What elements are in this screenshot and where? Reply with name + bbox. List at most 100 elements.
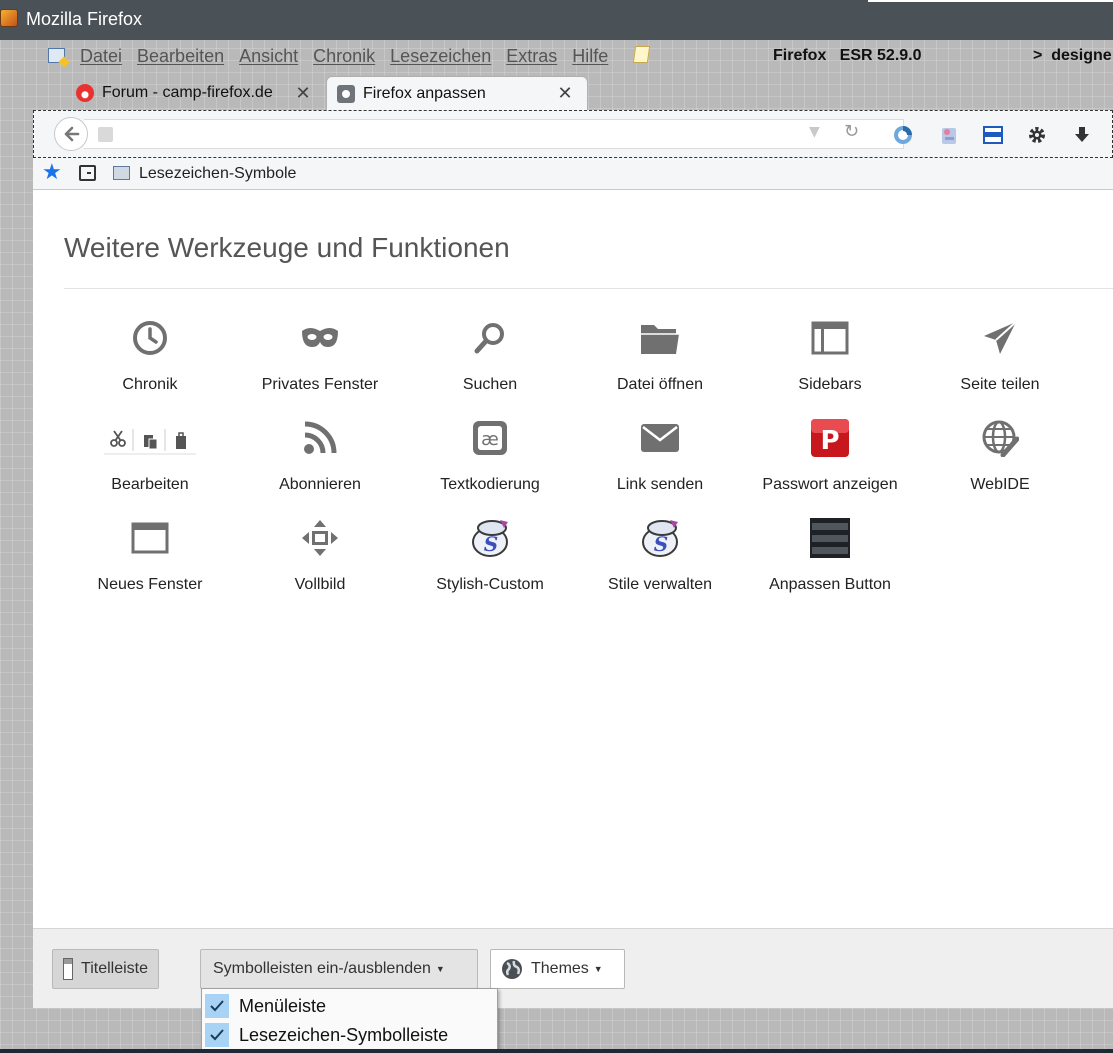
tool-show-password[interactable]: P Passwort anzeigen <box>745 410 915 500</box>
tab-label: Firefox anpassen <box>363 84 486 102</box>
tool-label: Anpassen Button <box>769 576 891 593</box>
tool-label: Vollbild <box>294 576 346 593</box>
url-dropdown-icon[interactable]: ▼ <box>809 124 820 140</box>
themes-label: Themes <box>531 960 589 977</box>
addon-icon[interactable] <box>937 123 961 147</box>
tool-manage-styles[interactable]: S Stile verwalten <box>575 510 745 600</box>
gear-icon <box>337 84 355 103</box>
tool-text-encoding[interactable]: æ Textkodierung <box>405 410 575 500</box>
svg-text:S: S <box>654 532 668 556</box>
menu-item-menubar[interactable]: Menüleiste <box>202 992 497 1020</box>
tool-label: Sidebars <box>798 376 862 393</box>
fire-icon <box>76 84 94 102</box>
menu-lesezeichen[interactable]: Lesezeichen <box>390 46 491 67</box>
version-label: Firefox ESR 52.9.0 <box>773 47 922 64</box>
stylish-icon: S <box>640 518 680 558</box>
menu-datei[interactable]: Datei <box>80 46 122 67</box>
titlebar-toggle-button[interactable]: Titelleiste <box>52 949 159 989</box>
navigation-toolbar: ▼ ↻ <box>33 110 1113 158</box>
tool-sidebars[interactable]: Sidebars <box>745 310 915 400</box>
tool-label: Stylish-Custom <box>436 576 544 593</box>
bookmark-folder-label[interactable]: Lesezeichen-Symbole <box>139 165 296 183</box>
envelope-icon <box>640 418 680 458</box>
rss-icon <box>300 418 340 458</box>
back-arrow-icon <box>64 126 80 142</box>
tool-customize-button[interactable]: Anpassen Button <box>745 510 915 600</box>
window-title-bar: Mozilla Firefox <box>0 0 1113 40</box>
tool-label: Chronik <box>122 376 178 393</box>
site-identity-icon[interactable] <box>98 127 113 142</box>
toolbars-menu: Menüleiste Lesezeichen-Symbolleiste <box>201 988 498 1050</box>
bookmark-folder-icon <box>113 166 130 180</box>
firefox-sync-icon[interactable] <box>891 123 915 147</box>
customize-footer: Titelleiste Symbolleisten ein-/ausblende… <box>33 928 1113 1008</box>
svg-text:S: S <box>484 532 498 556</box>
download-arrow-icon[interactable] <box>1070 123 1094 147</box>
menu-item-label: Menüleiste <box>239 995 327 1016</box>
bookmark-star-icon[interactable]: ★ <box>42 162 62 184</box>
tool-label: Privates Fenster <box>261 376 379 393</box>
menu-item-label: Lesezeichen-Symbolleiste <box>239 1024 449 1045</box>
reload-icon[interactable]: ↻ <box>844 121 859 142</box>
tool-send-link[interactable]: Link senden <box>575 410 745 500</box>
password-p-icon: P <box>810 418 850 458</box>
close-tab-icon[interactable]: ✕ <box>555 83 575 104</box>
tool-private-window[interactable]: Privates Fenster <box>235 310 405 400</box>
tool-search[interactable]: Suchen <box>405 310 575 400</box>
toolbars-toggle-button[interactable]: Symbolleisten ein-/ausblenden ▼ <box>200 949 478 989</box>
tool-stylish-custom[interactable]: S Stylish-Custom <box>405 510 575 600</box>
toolbars-label: Symbolleisten ein-/ausblenden <box>213 960 431 977</box>
tool-fullscreen[interactable]: Vollbild <box>235 510 405 600</box>
globe-wrench-icon <box>980 418 1020 458</box>
dropdown-caret-icon: ▼ <box>593 964 603 974</box>
tool-webide[interactable]: WebIDE <box>915 410 1085 500</box>
edit-tools-icon <box>99 418 201 458</box>
magnifier-icon <box>470 318 510 358</box>
settings-gear-icon[interactable] <box>1025 123 1049 147</box>
url-bar[interactable]: ▼ ↻ <box>84 119 904 149</box>
tool-share-page[interactable]: Seite teilen <box>915 310 1085 400</box>
back-button[interactable] <box>54 117 88 151</box>
tool-open-file[interactable]: Datei öffnen <box>575 310 745 400</box>
close-tab-icon[interactable]: ✕ <box>293 83 313 104</box>
svg-text:æ: æ <box>481 429 499 450</box>
notepad-icon[interactable] <box>632 46 651 63</box>
tool-label: Abonnieren <box>279 476 361 493</box>
tool-subscribe[interactable]: Abonnieren <box>235 410 405 500</box>
customize-palette: Weitere Werkzeuge und Funktionen Chronik… <box>33 190 1113 928</box>
tool-new-window[interactable]: Neues Fenster <box>65 510 235 600</box>
tool-label: WebIDE <box>970 476 1030 493</box>
tool-chronik[interactable]: Chronik <box>65 310 235 400</box>
checkmark-icon <box>205 994 229 1018</box>
tool-label: Seite teilen <box>960 376 1040 393</box>
sidebar-toggle-icon[interactable] <box>981 123 1005 147</box>
section-divider <box>64 288 1113 289</box>
tab-label: Forum - camp-firefox.de <box>102 84 273 101</box>
menu-extras[interactable]: Extras <box>506 46 557 67</box>
firefox-app-icon <box>0 9 18 27</box>
dropdown-caret-icon: ▼ <box>435 964 445 974</box>
menu-chronik[interactable]: Chronik <box>313 46 375 67</box>
section-title: Weitere Werkzeuge und Funktionen <box>64 232 510 263</box>
tool-label: Datei öffnen <box>617 376 703 393</box>
tool-label: Link senden <box>616 476 704 493</box>
new-window-icon <box>130 518 170 558</box>
menu-bar-app-icon[interactable] <box>48 48 65 63</box>
folder-icon <box>640 318 680 358</box>
menu-hilfe[interactable]: Hilfe <box>572 46 608 67</box>
tool-edit[interactable]: Bearbeiten <box>65 410 235 500</box>
tab-firefox-anpassen[interactable]: Firefox anpassen ✕ <box>326 76 588 110</box>
fullscreen-arrows-icon <box>300 518 340 558</box>
titlebar-label: Titelleiste <box>81 960 148 977</box>
checkmark-icon <box>205 1023 229 1047</box>
tab-forum[interactable]: Forum - camp-firefox.de ✕ <box>70 76 325 110</box>
menu-ansicht[interactable]: Ansicht <box>239 46 298 67</box>
svg-text:P: P <box>820 426 839 456</box>
themes-button[interactable]: Themes ▼ <box>490 949 625 989</box>
globe-icon <box>501 958 523 980</box>
menu-bearbeiten[interactable]: Bearbeiten <box>137 46 224 67</box>
stylish-icon: S <box>470 518 510 558</box>
paper-plane-icon <box>980 318 1020 358</box>
menu-item-bookmarks-toolbar[interactable]: Lesezeichen-Symbolleiste <box>202 1021 497 1049</box>
library-icon[interactable] <box>79 165 96 181</box>
